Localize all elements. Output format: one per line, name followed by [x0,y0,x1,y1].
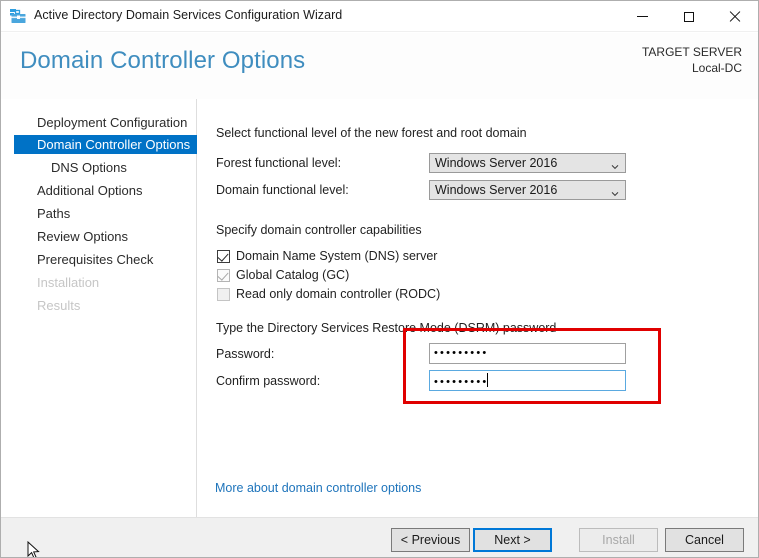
page-header: Domain Controller Options TARGET SERVER … [1,33,758,99]
check-icon [217,250,229,262]
checkbox-label: Domain Name System (DNS) server [236,249,438,263]
dsrm-password-heading: Type the Directory Services Restore Mode… [216,321,557,335]
sidebar-item-dns-options[interactable]: DNS Options [14,158,197,177]
checkbox-label: Global Catalog (GC) [236,268,350,282]
footer-bar: < Previous Next > Install Cancel [1,517,758,557]
maximize-button[interactable] [666,1,711,32]
title-bar: Active Directory Domain Services Configu… [1,1,758,32]
close-button[interactable] [712,1,757,32]
minimize-button[interactable] [620,1,665,32]
minimize-icon [637,16,648,17]
password-label: Password: [216,347,275,361]
sidebar-item-domain-controller-options[interactable]: Domain Controller Options [14,135,197,154]
target-server-name: Local-DC [691,61,742,75]
functional-level-heading: Select functional level of the new fores… [216,126,527,140]
capabilities-heading: Specify domain controller capabilities [216,223,422,237]
install-button: Install [579,528,658,552]
body-region: Deployment Configuration Domain Controll… [1,99,758,517]
target-server-label: TARGET SERVER [641,45,742,59]
next-button[interactable]: Next > [473,528,552,552]
server-manager-toolbox-icon [10,9,27,25]
check-icon [217,269,229,281]
checkbox-box [217,250,230,263]
confirm-password-input[interactable]: ••••••••• [429,370,626,391]
previous-button[interactable]: < Previous [391,528,470,552]
text-caret [487,373,489,387]
checkbox-box [217,288,230,301]
wizard-step-nav: Deployment Configuration Domain Controll… [1,99,197,517]
main-panel: Select functional level of the new fores… [197,99,758,517]
domain-functional-level-value: Windows Server 2016 [435,183,558,197]
sidebar-item-review-options[interactable]: Review Options [14,227,197,246]
domain-functional-level-select[interactable]: Windows Server 2016 [429,180,626,200]
domain-functional-level-label: Domain functional level: [216,183,349,197]
forest-functional-level-select[interactable]: Windows Server 2016 [429,153,626,173]
sidebar-item-installation: Installation [37,275,100,290]
sidebar-item-results: Results [37,298,81,313]
sidebar-item-deployment-configuration[interactable]: Deployment Configuration [14,113,197,132]
confirm-password-label: Confirm password: [216,374,321,388]
cancel-button[interactable]: Cancel [665,528,744,552]
more-about-domain-controller-options-link[interactable]: More about domain controller options [215,481,421,495]
maximize-icon [683,11,694,22]
confirm-password-value: ••••••••• [434,376,489,388]
sidebar-item-prerequisites-check[interactable]: Prerequisites Check [14,250,197,269]
password-input[interactable]: ••••••••• [429,343,626,364]
sidebar-item-paths[interactable]: Paths [14,204,197,223]
page-title: Domain Controller Options [20,47,306,74]
annotation-highlight-rectangle [403,328,661,404]
checkbox-box [217,269,230,282]
window-title: Active Directory Domain Services Configu… [34,8,343,22]
forest-functional-level-value: Windows Server 2016 [435,156,558,170]
forest-functional-level-label: Forest functional level: [216,156,342,170]
chevron-down-icon [611,158,619,170]
wizard-window: Active Directory Domain Services Configu… [0,0,759,558]
close-icon [729,11,740,22]
checkbox-label: Read only domain controller (RODC) [236,287,441,301]
sidebar-item-additional-options[interactable]: Additional Options [14,181,197,200]
chevron-down-icon [611,185,619,197]
